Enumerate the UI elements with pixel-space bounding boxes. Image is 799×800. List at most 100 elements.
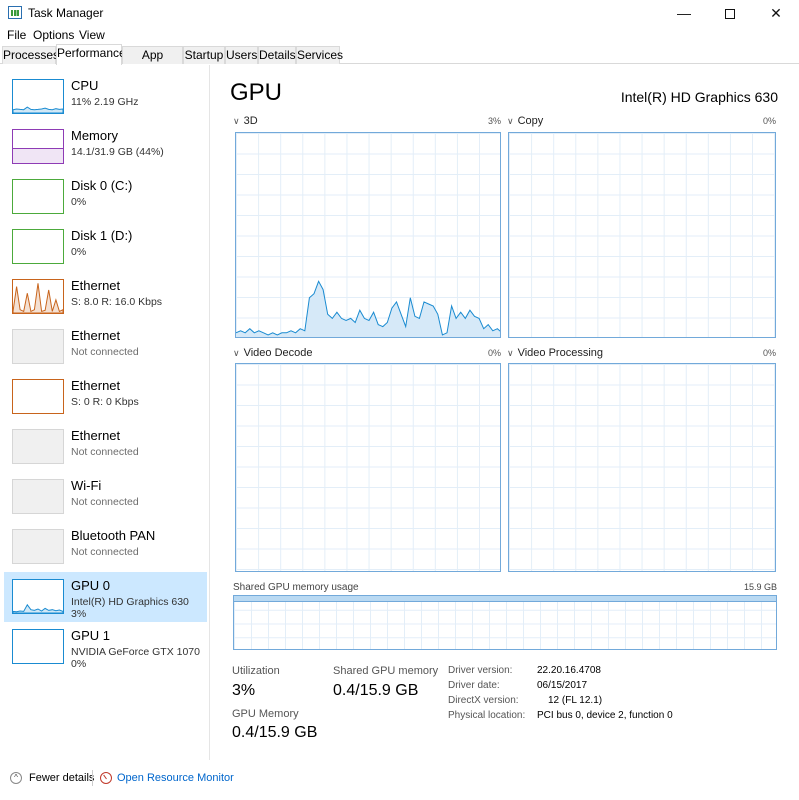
shared-memory-max: 15.9 GB xyxy=(743,582,777,592)
shared-memory-fill xyxy=(234,596,776,602)
engine-percent: 0% xyxy=(487,348,501,358)
sidebar-thumbnail-graph xyxy=(12,529,64,564)
sidebar-thumbnail-graph xyxy=(12,329,64,364)
sidebar-item-cpu[interactable]: CPU 11% 2.19 GHz xyxy=(4,72,207,122)
close-button[interactable]: ✕ xyxy=(753,0,799,26)
sidebar-item-label: GPU 0 xyxy=(71,578,111,593)
tab-performance[interactable]: Performance xyxy=(56,44,126,65)
sidebar-item-label: Memory xyxy=(71,128,118,143)
tab-details[interactable]: Details xyxy=(258,46,296,64)
menu-options[interactable]: Options xyxy=(33,28,74,42)
gpu-memory-value: 0.4/15.9 GB xyxy=(232,724,318,741)
maximize-button[interactable] xyxy=(707,0,753,26)
sidebar-item-detail: 11% 2.19 GHz xyxy=(71,96,139,108)
window-title: Task Manager xyxy=(28,6,104,20)
sidebar-level-fill xyxy=(13,148,63,163)
engine-label: Video Decode xyxy=(243,347,313,359)
chevron-down-icon: ∨ xyxy=(233,116,240,126)
shared-memory-graph xyxy=(233,595,777,650)
directx-version-value: 12 (FL 12.1) xyxy=(548,695,603,706)
engine-3d-selector[interactable]: ∨ 3D xyxy=(233,115,258,127)
tab-services[interactable]: Services xyxy=(296,46,343,64)
utilization-label: Utilization xyxy=(232,665,280,677)
engine-label: 3D xyxy=(243,115,258,127)
sidebar-sparkline-svg xyxy=(13,283,63,313)
engine-label: Copy xyxy=(517,115,544,127)
sidebar-thumbnail-graph xyxy=(12,479,64,514)
sidebar-item-detail: S: 8.0 R: 16.0 Kbps xyxy=(71,296,163,308)
sidebar-item-detail: S: 0 R: 0 Kbps xyxy=(71,396,139,408)
chevron-down-icon: ∨ xyxy=(233,348,240,358)
chevron-down-icon: ∨ xyxy=(507,116,514,126)
engine-video-decode-selector[interactable]: ∨ Video Decode xyxy=(233,347,313,359)
sidebar-item-detail: 0% xyxy=(71,246,87,258)
sidebar-item-detail: Not connected xyxy=(71,496,139,508)
sidebar-item-label: GPU 1 xyxy=(71,628,111,643)
engine-video-processing-graph xyxy=(508,363,776,572)
sidebar-item-label: Ethernet xyxy=(71,328,121,343)
menu-file[interactable]: File xyxy=(7,28,26,42)
sidebar-item-label: Wi-Fi xyxy=(71,478,102,493)
sidebar-item-memory[interactable]: Memory 14.1/31.9 GB (44%) xyxy=(4,122,207,172)
chevron-down-icon: ∨ xyxy=(507,348,514,358)
page-title: GPU xyxy=(230,79,283,106)
sidebar-item-detail: Not connected xyxy=(71,446,139,458)
engine-3d-area xyxy=(236,281,500,337)
sidebar-item-detail: Not connected xyxy=(71,546,139,558)
sidebar-thumbnail-graph xyxy=(12,429,64,464)
sidebar-item-ethernet[interactable]: Ethernet S: 8.0 R: 16.0 Kbps xyxy=(4,272,207,322)
sidebar-item-detail: NVIDIA GeForce GTX 1070 xyxy=(71,646,200,658)
gpu-memory-label: GPU Memory xyxy=(232,708,299,720)
sidebar-sparkline xyxy=(13,283,63,313)
sidebar-item-detail: Intel(R) HD Graphics 630 xyxy=(71,596,189,608)
sidebar-thumbnail-graph xyxy=(12,179,64,214)
resource-monitor-icon xyxy=(100,772,112,784)
tab-users[interactable]: Users xyxy=(225,46,258,64)
sidebar-item-gpu-1[interactable]: GPU 1 NVIDIA GeForce GTX 1070 0% xyxy=(4,622,207,672)
footer-divider xyxy=(92,770,93,786)
shared-memory-stat-label: Shared GPU memory xyxy=(333,665,439,677)
sidebar-item-wi-fi[interactable]: Wi-Fi Not connected xyxy=(4,472,207,522)
shared-memory-stat-value: 0.4/15.9 GB xyxy=(333,682,419,699)
sidebar-item-detail: 14.1/31.9 GB (44%) xyxy=(71,146,164,158)
sidebar-sparkline-svg xyxy=(13,106,63,113)
sidebar-item-label: Bluetooth PAN xyxy=(71,528,156,543)
sidebar-item-label: Disk 0 (C:) xyxy=(71,178,133,193)
sidebar-item-disk-0-c-[interactable]: Disk 0 (C:) 0% xyxy=(4,172,207,222)
sidebar-item-detail: 0% xyxy=(71,196,87,208)
utilization-value: 3% xyxy=(232,682,256,699)
gpu-model-name: Intel(R) HD Graphics 630 xyxy=(620,89,778,105)
task-manager-icon xyxy=(8,6,22,19)
sidebar-item-bluetooth-pan[interactable]: Bluetooth PAN Not connected xyxy=(4,522,207,572)
tab-app-history[interactable]: App history xyxy=(122,46,183,78)
menu-view[interactable]: View xyxy=(79,28,105,42)
driver-date-value: 06/15/2017 xyxy=(537,680,588,691)
engine-percent: 3% xyxy=(487,116,501,126)
engine-video-decode-graph xyxy=(235,363,501,572)
sidebar-item-ethernet[interactable]: Ethernet S: 0 R: 0 Kbps xyxy=(4,372,207,422)
sidebar-item-ethernet[interactable]: Ethernet Not connected xyxy=(4,322,207,372)
gpu-panel: GPU Intel(R) HD Graphics 630 ∨ 3D 3% ∨ Cop… xyxy=(211,65,799,760)
engine-copy-selector[interactable]: ∨ Copy xyxy=(507,115,543,127)
tab-processes[interactable]: Processes xyxy=(2,46,59,64)
open-resource-monitor-label: Open Resource Monitor xyxy=(117,772,234,784)
sidebar-item-detail: Not connected xyxy=(71,346,139,358)
resource-sidebar: CPU 11% 2.19 GHz Memory 14.1/31.9 GB (44%) D… xyxy=(0,65,210,760)
sidebar-item-ethernet[interactable]: Ethernet Not connected xyxy=(4,422,207,472)
footer-bar: ^ Fewer details Open Resource Monitor xyxy=(0,760,799,800)
engine-video-processing-selector[interactable]: ∨ Video Processing xyxy=(507,347,603,359)
sidebar-sparkline xyxy=(13,106,63,113)
engine-label: Video Processing xyxy=(517,347,603,359)
sidebar-item-disk-1-d-[interactable]: Disk 1 (D:) 0% xyxy=(4,222,207,272)
minimize-button[interactable]: — xyxy=(661,0,707,26)
title-bar: Task Manager — ✕ xyxy=(0,0,799,26)
physical-location-label: Physical location: xyxy=(448,710,526,721)
sidebar-item-label: Ethernet xyxy=(71,278,121,293)
physical-location-value: PCI bus 0, device 2, function 0 xyxy=(537,710,673,721)
tab-startup[interactable]: Startup xyxy=(183,46,225,64)
sidebar-item-label: CPU xyxy=(71,78,99,93)
sidebar-sparkline xyxy=(13,603,63,613)
sidebar-item-label: Ethernet xyxy=(71,428,121,443)
sidebar-item-gpu-0[interactable]: GPU 0 Intel(R) HD Graphics 630 3% xyxy=(4,572,207,622)
sidebar-item-label: Disk 1 (D:) xyxy=(71,228,133,243)
